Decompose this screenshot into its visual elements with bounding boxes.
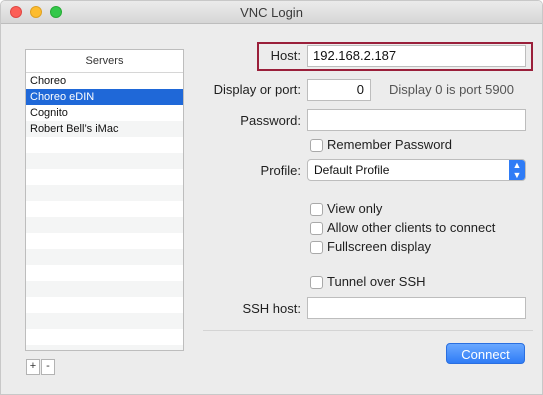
fullscreen-display-checkbox[interactable] [310, 241, 323, 254]
chevron-updown-icon: ▲ ▼ [509, 160, 525, 180]
divider [203, 330, 533, 331]
connect-button[interactable]: Connect [446, 343, 525, 364]
title-bar: VNC Login [1, 1, 542, 24]
view-only-checkbox[interactable] [310, 203, 323, 216]
empty-list-row [26, 169, 183, 185]
empty-list-row [26, 297, 183, 313]
empty-list-row [26, 185, 183, 201]
empty-list-row [26, 345, 183, 350]
display-port-note: Display 0 is port 5900 [389, 82, 515, 97]
window-title: VNC Login [240, 5, 303, 20]
tunnel-ssh-label: Tunnel over SSH [327, 274, 426, 289]
display-port-label: Display or port: [213, 82, 301, 97]
fullscreen-display-label: Fullscreen display [327, 239, 432, 254]
empty-list-row [26, 233, 183, 249]
vnc-login-window: VNC Login Servers Choreo Choreo eDIN Cog… [0, 0, 543, 395]
server-item-selected[interactable]: Choreo eDIN [26, 89, 183, 105]
server-item[interactable]: Cognito [26, 105, 183, 121]
empty-list-row [26, 281, 183, 297]
empty-list-row [26, 201, 183, 217]
empty-list-row [26, 265, 183, 281]
servers-list-body: Choreo Choreo eDIN Cognito Robert Bell’s… [26, 73, 183, 350]
ssh-host-label: SSH host: [242, 301, 301, 316]
empty-list-row [26, 329, 183, 345]
remove-server-button[interactable]: - [41, 359, 55, 375]
profile-select-value: Default Profile [314, 163, 390, 177]
host-label: Host: [270, 48, 301, 63]
host-input[interactable]: 192.168.2.187 [307, 45, 526, 67]
password-label: Password: [240, 113, 301, 128]
servers-list-header: Servers [26, 50, 183, 73]
ssh-host-input[interactable] [307, 297, 526, 319]
tunnel-ssh-checkbox[interactable] [310, 276, 323, 289]
servers-list: Servers Choreo Choreo eDIN Cognito Rober… [25, 49, 184, 351]
server-item[interactable]: Choreo [26, 73, 183, 89]
server-item[interactable]: Robert Bell’s iMac [26, 121, 183, 137]
view-only-label: View only [327, 201, 383, 216]
add-server-button[interactable]: + [26, 359, 40, 375]
remember-password-checkbox[interactable] [310, 139, 323, 152]
profile-label: Profile: [260, 163, 301, 178]
empty-list-row [26, 249, 183, 265]
remember-password-label: Remember Password [327, 137, 452, 152]
allow-other-clients-label: Allow other clients to connect [327, 220, 496, 235]
display-port-input[interactable]: 0 [307, 79, 371, 101]
empty-list-row [26, 137, 183, 153]
password-input[interactable] [307, 109, 526, 131]
empty-list-row [26, 313, 183, 329]
empty-list-row [26, 153, 183, 169]
allow-other-clients-checkbox[interactable] [310, 222, 323, 235]
empty-list-row [26, 217, 183, 233]
profile-select[interactable]: Default Profile ▲ ▼ [307, 159, 526, 181]
